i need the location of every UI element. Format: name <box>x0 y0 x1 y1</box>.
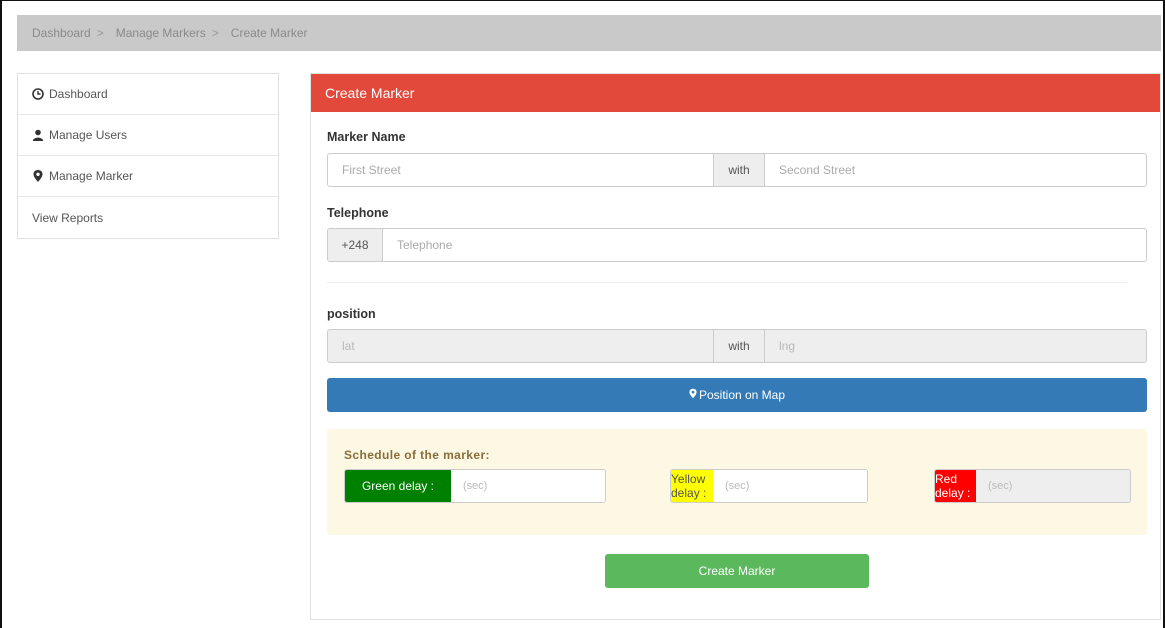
breadcrumb-create-marker: Create Marker <box>230 26 308 40</box>
divider <box>327 282 1127 283</box>
red-delay-input <box>976 470 1130 502</box>
schedule-box: Schedule of the marker: Green delay : Ye… <box>327 429 1147 535</box>
sidebar-item-view-reports[interactable]: View Reports <box>18 197 278 238</box>
sidebar-item-label: Dashboard <box>49 87 108 101</box>
marker-name-group: with <box>327 153 1147 187</box>
position-on-map-label: Position on Map <box>698 388 786 402</box>
telephone-group: +248 <box>327 228 1147 262</box>
second-street-input[interactable] <box>765 154 1146 186</box>
sidebar-item-dashboard[interactable]: Dashboard <box>18 74 278 115</box>
green-delay-group: Green delay : <box>344 469 606 503</box>
lat-input <box>328 330 713 362</box>
clock-icon <box>32 88 44 100</box>
first-street-input[interactable] <box>328 154 713 186</box>
with-addon: with <box>713 154 765 186</box>
red-delay-group: Red delay : <box>934 469 1131 503</box>
yellow-delay-group: Yellow delay : <box>670 469 868 503</box>
telephone-input[interactable] <box>383 229 1146 261</box>
breadcrumb-separator: > <box>96 26 104 40</box>
lng-input <box>765 330 1146 362</box>
red-delay-label: Red delay : <box>935 470 976 502</box>
create-marker-panel: Create Marker Marker Name with Telephone… <box>310 73 1161 620</box>
sidebar-item-label: View Reports <box>32 210 104 225</box>
map-marker-icon <box>32 170 44 182</box>
sidebar-item-label: Manage Marker <box>49 169 134 183</box>
telephone-prefix: +248 <box>328 229 383 261</box>
position-on-map-button[interactable]: Position on Map <box>327 378 1147 412</box>
yellow-delay-label: Yellow delay : <box>671 470 713 502</box>
green-delay-label: Green delay : <box>345 470 451 502</box>
create-marker-button[interactable]: Create Marker <box>605 554 869 588</box>
position-group: with <box>327 329 1147 363</box>
breadcrumb-dashboard[interactable]: Dashboard <box>32 26 91 40</box>
breadcrumb: Dashboard > Manage Markers > Create Mark… <box>17 15 1161 51</box>
with-addon: with <box>713 330 765 362</box>
sidebar-item-label: Manage Users <box>49 128 128 142</box>
schedule-title: Schedule of the marker: <box>344 448 490 462</box>
marker-name-label: Marker Name <box>327 130 406 144</box>
sidebar-item-manage-marker[interactable]: Manage Marker <box>18 156 278 197</box>
telephone-label: Telephone <box>327 206 389 220</box>
map-marker-icon <box>689 388 699 402</box>
breadcrumb-manage-markers[interactable]: Manage Markers <box>116 26 206 40</box>
position-label: position <box>327 307 376 321</box>
breadcrumb-separator: > <box>211 26 219 40</box>
user-icon <box>32 129 44 141</box>
yellow-delay-input[interactable] <box>713 470 867 502</box>
sidebar-item-manage-users[interactable]: Manage Users <box>18 115 278 156</box>
sidebar: Dashboard Manage Users Manage Marker Vie… <box>17 73 279 239</box>
panel-title: Create Marker <box>311 74 1160 112</box>
green-delay-input[interactable] <box>451 470 605 502</box>
